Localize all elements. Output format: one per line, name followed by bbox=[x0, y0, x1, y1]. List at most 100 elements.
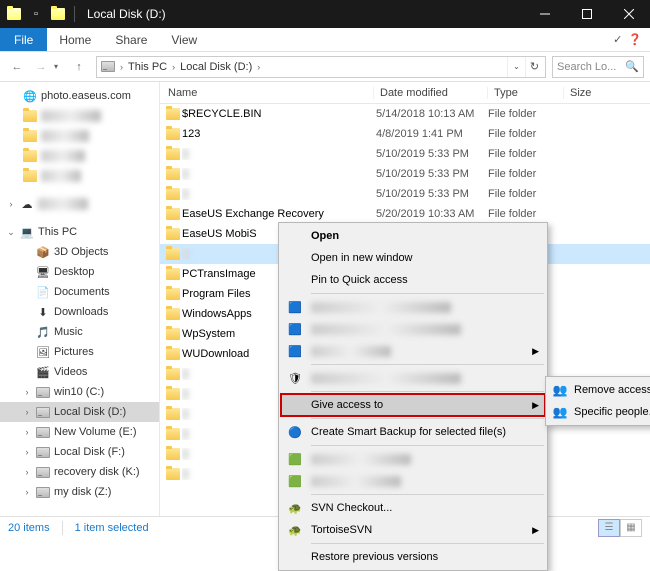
tree-item-my-disk-z-[interactable]: ›my disk (Z:) bbox=[0, 482, 159, 502]
ribbon-share-tab[interactable]: Share bbox=[103, 28, 159, 51]
view-details-button[interactable]: ☰ bbox=[598, 519, 620, 537]
context-separator bbox=[311, 364, 544, 365]
remove-access-icon: 👥 bbox=[552, 382, 568, 398]
context-item-blurred[interactable]: 🟩x bbox=[281, 470, 545, 492]
submenu-arrow-icon: ▶ bbox=[532, 525, 539, 536]
tree-item-blurred[interactable]: x bbox=[0, 126, 159, 146]
ribbon-home-tab[interactable]: Home bbox=[47, 28, 103, 51]
folder-icon bbox=[164, 168, 182, 180]
minimize-button[interactable] bbox=[524, 0, 566, 28]
refresh-button[interactable]: ↻ bbox=[525, 57, 543, 77]
column-header-type[interactable]: Type bbox=[488, 87, 564, 99]
context-separator bbox=[311, 293, 544, 294]
folder-icon bbox=[164, 248, 182, 260]
context-svn-checkout[interactable]: 🐢SVN Checkout... bbox=[281, 497, 545, 519]
context-item-blurred[interactable]: 🟦x bbox=[281, 296, 545, 318]
chevron-right-icon[interactable]: › bbox=[254, 62, 263, 72]
doc-icon: 📄 bbox=[35, 284, 51, 300]
tree-item-pictures[interactable]: 🖼Pictures bbox=[0, 342, 159, 362]
context-separator bbox=[311, 418, 544, 419]
tree-item-new-volume-e-[interactable]: ›New Volume (E:) bbox=[0, 422, 159, 442]
tree-item-blurred[interactable]: x bbox=[0, 106, 159, 126]
tree-item-desktop[interactable]: 🖥Desktop bbox=[0, 262, 159, 282]
context-create-smart-backup[interactable]: 🔵Create Smart Backup for selected file(s… bbox=[281, 421, 545, 443]
folder-icon bbox=[164, 308, 182, 320]
app-icon: 🟦 bbox=[287, 343, 303, 359]
tree-this-pc[interactable]: ⌄ 💻 This PC bbox=[0, 222, 159, 242]
nav-history-dropdown[interactable]: ▾ bbox=[54, 62, 66, 71]
chevron-right-icon[interactable]: › bbox=[169, 62, 178, 72]
search-placeholder: Search Lo... bbox=[557, 61, 616, 73]
window-title: Local Disk (D:) bbox=[87, 7, 166, 21]
ribbon-view-tab[interactable]: View bbox=[159, 28, 209, 51]
file-row[interactable]: x5/10/2019 5:33 PMFile folder bbox=[160, 164, 650, 184]
file-row[interactable]: EaseUS Exchange Recovery5/20/2019 10:33 … bbox=[160, 204, 650, 224]
context-open[interactable]: Open bbox=[281, 225, 545, 247]
tree-item-documents[interactable]: 📄Documents bbox=[0, 282, 159, 302]
submenu-specific-people[interactable]: 👥 Specific people... bbox=[548, 401, 650, 423]
file-row[interactable]: 1234/8/2019 1:41 PMFile folder bbox=[160, 124, 650, 144]
nav-back-button[interactable]: ← bbox=[6, 56, 28, 78]
context-open-new-window[interactable]: Open in new window bbox=[281, 247, 545, 269]
nav-forward-button[interactable]: → bbox=[30, 56, 52, 78]
drive-icon bbox=[35, 404, 51, 420]
tree-item-music[interactable]: 🎵Music bbox=[0, 322, 159, 342]
file-row[interactable]: $RECYCLE.BIN5/14/2018 10:13 AMFile folde… bbox=[160, 104, 650, 124]
column-header-size[interactable]: Size bbox=[564, 87, 650, 99]
address-dropdown-button[interactable]: ⌄ bbox=[507, 57, 525, 77]
tree-item-blurred[interactable]: x bbox=[0, 146, 159, 166]
file-row[interactable]: x5/10/2019 5:33 PMFile folder bbox=[160, 144, 650, 164]
context-item-blurred[interactable]: 🟦x▶ bbox=[281, 340, 545, 362]
folder-app-icon bbox=[6, 6, 22, 22]
tree-item-videos[interactable]: 🎬Videos bbox=[0, 362, 159, 382]
tree-item-downloads[interactable]: ⬇Downloads bbox=[0, 302, 159, 322]
folder-icon bbox=[164, 208, 182, 220]
tree-group-blurred[interactable]: ›☁x bbox=[0, 194, 159, 214]
maximize-button[interactable] bbox=[566, 0, 608, 28]
tree-quick-site[interactable]: 🌐 photo.easeus.com bbox=[0, 86, 159, 106]
submenu-remove-access[interactable]: 👥 Remove access bbox=[548, 379, 650, 401]
qat-dropdown-icon[interactable] bbox=[50, 6, 66, 22]
chevron-down-icon[interactable]: ⌄ bbox=[6, 227, 16, 238]
qat-properties-icon[interactable]: ▫ bbox=[28, 6, 44, 22]
tree-item-blurred[interactable]: x bbox=[0, 166, 159, 186]
chevron-right-icon[interactable]: › bbox=[117, 62, 126, 72]
breadcrumb-drive[interactable]: Local Disk (D:) bbox=[178, 61, 254, 73]
people-icon: 👥 bbox=[552, 404, 568, 420]
tree-item-local-disk-d-[interactable]: ›Local Disk (D:) bbox=[0, 402, 159, 422]
context-item-blurred[interactable]: 🟦x bbox=[281, 318, 545, 340]
address-bar[interactable]: › This PC › Local Disk (D:) › ⌄ ↻ bbox=[96, 56, 546, 78]
music-icon: 🎵 bbox=[35, 324, 51, 340]
tree-item-recovery-disk-k-[interactable]: ›recovery disk (K:) bbox=[0, 462, 159, 482]
context-give-access-to[interactable]: Give access to▶ bbox=[281, 394, 545, 416]
context-separator bbox=[311, 494, 544, 495]
folder-icon bbox=[164, 128, 182, 140]
submenu-arrow-icon: ▶ bbox=[532, 400, 539, 411]
svn-icon: 🐢 bbox=[287, 500, 303, 516]
search-input[interactable]: Search Lo... 🔍 bbox=[552, 56, 644, 78]
context-separator bbox=[311, 445, 544, 446]
folder-icon bbox=[164, 388, 182, 400]
close-button[interactable] bbox=[608, 0, 650, 28]
app-icon: 🟩 bbox=[287, 451, 303, 467]
breadcrumb-this-pc[interactable]: This PC bbox=[126, 61, 169, 73]
search-icon: 🔍 bbox=[625, 60, 639, 73]
context-item-blurred[interactable]: 🟩x bbox=[281, 448, 545, 470]
ribbon-file-tab[interactable]: File bbox=[0, 28, 47, 51]
nav-up-button[interactable]: ↑ bbox=[68, 56, 90, 78]
title-bar: ▫ Local Disk (D:) bbox=[0, 0, 650, 28]
column-header-name[interactable]: Name bbox=[160, 87, 374, 99]
tree-item-3d-objects[interactable]: 📦3D Objects bbox=[0, 242, 159, 262]
tree-item-win10-c-[interactable]: ›win10 (C:) bbox=[0, 382, 159, 402]
status-selection: 1 item selected bbox=[75, 522, 149, 534]
context-restore-versions[interactable]: Restore previous versions bbox=[281, 546, 545, 568]
context-item-blurred[interactable]: 🛡x bbox=[281, 367, 545, 389]
folder-icon bbox=[164, 348, 182, 360]
view-large-icons-button[interactable]: ▦ bbox=[620, 519, 642, 537]
ribbon-help-icon[interactable]: ✓ ❓ bbox=[605, 28, 650, 51]
file-row[interactable]: x5/10/2019 5:33 PMFile folder bbox=[160, 184, 650, 204]
column-header-date[interactable]: Date modified bbox=[374, 87, 488, 99]
tree-item-local-disk-f-[interactable]: ›Local Disk (F:) bbox=[0, 442, 159, 462]
drive-icon bbox=[35, 484, 51, 500]
context-pin-quick-access[interactable]: Pin to Quick access bbox=[281, 269, 545, 291]
